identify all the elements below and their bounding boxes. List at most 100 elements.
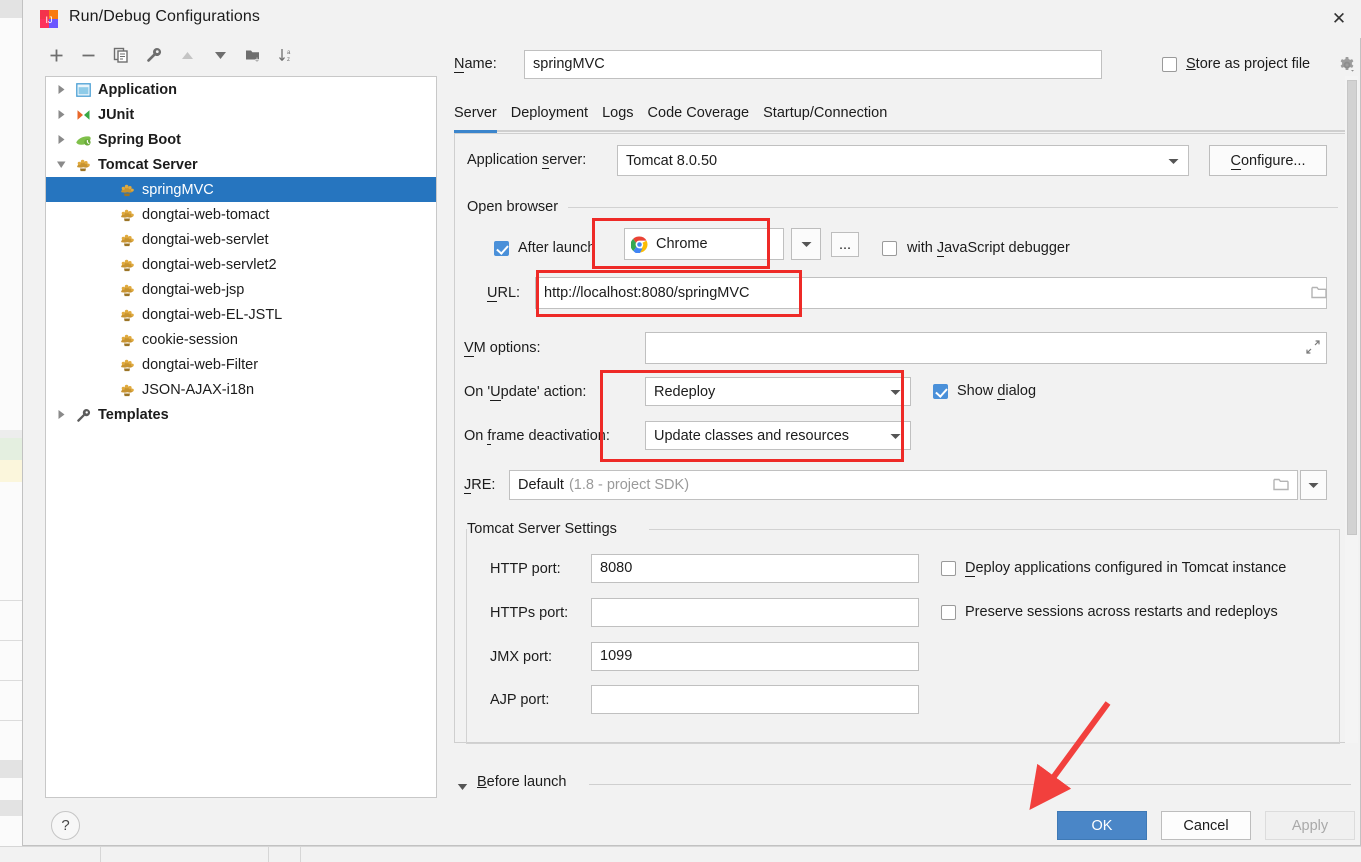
jre-dropdown-button[interactable] xyxy=(1300,470,1327,500)
after-launch-label: After launch xyxy=(518,240,596,256)
tree-node-label: Spring Boot xyxy=(98,131,181,148)
tomcat-icon xyxy=(116,183,138,197)
tree-node-label: JUnit xyxy=(98,106,135,123)
copy-button[interactable] xyxy=(108,42,134,68)
tree-node-dongtai-web-el-jstl[interactable]: dongtai-web-EL-JSTL xyxy=(46,302,436,327)
tree-expander-expanded-icon[interactable] xyxy=(50,160,72,169)
js-debugger-checkbox[interactable] xyxy=(882,241,897,256)
tomcat-icon xyxy=(116,308,138,322)
sort-az-icon[interactable]: a z xyxy=(273,42,299,68)
triangle-down-icon[interactable] xyxy=(457,778,468,796)
tomcat-icon xyxy=(116,333,138,347)
configurations-toolbar: a z xyxy=(43,42,443,72)
on-frame-deactivation-label: On frame deactivation: xyxy=(464,428,610,445)
jre-browse-folder-icon[interactable] xyxy=(1273,477,1290,497)
close-icon[interactable]: ✕ xyxy=(1316,0,1361,38)
browser-combo-dropdown-button[interactable] xyxy=(791,228,821,260)
show-dialog-checkbox[interactable] xyxy=(933,384,948,399)
tree-node-label: dongtai-web-jsp xyxy=(142,281,245,298)
preserve-sessions-label: Preserve sessions across restarts and re… xyxy=(965,604,1278,620)
jre-input[interactable]: Default (1.8 - project SDK) xyxy=(509,470,1298,500)
tree-node-junit[interactable]: JUnit xyxy=(46,102,436,127)
remove-button[interactable] xyxy=(75,42,101,68)
tab-underline-track xyxy=(454,130,1351,132)
tree-node-application[interactable]: Application xyxy=(46,77,436,102)
tab-code-coverage[interactable]: Code Coverage xyxy=(648,105,750,123)
tree-node-json-ajax-i18n[interactable]: JSON-AJAX-i18n xyxy=(46,377,436,402)
tree-node-dongtai-web-tomact[interactable]: dongtai-web-tomact xyxy=(46,202,436,227)
browser-combo-highlight xyxy=(592,218,770,269)
application-server-value: Tomcat 8.0.50 xyxy=(626,152,718,169)
tree-node-dongtai-web-servlet[interactable]: dongtai-web-servlet xyxy=(46,227,436,252)
templates-icon xyxy=(72,408,94,422)
svg-text:IJ: IJ xyxy=(45,15,52,25)
tree-expander-collapsed-icon[interactable] xyxy=(50,84,72,95)
status-bar-divider xyxy=(268,846,269,862)
tomcat-icon xyxy=(116,208,138,222)
http-port-input[interactable]: 8080 xyxy=(591,554,919,583)
js-debugger-mnemonic: J xyxy=(936,240,945,257)
tomcat-settings-group-label: Tomcat Server Settings xyxy=(467,521,625,537)
tab-logs[interactable]: Logs xyxy=(602,105,633,123)
tab-startup-connection[interactable]: Startup/Connection xyxy=(763,105,887,123)
after-launch-checkbox[interactable] xyxy=(494,241,509,256)
url-browse-folder-icon[interactable] xyxy=(1311,285,1328,305)
junit-icon xyxy=(72,108,94,122)
before-launch-mnemonic: B xyxy=(477,774,487,790)
name-label: Name: xyxy=(454,56,497,73)
preserve-sessions-checkbox[interactable] xyxy=(941,605,956,620)
ajp-port-label: AJP port: xyxy=(490,692,550,708)
deploy-apps-label: Deploy applications configured in Tomcat… xyxy=(965,560,1287,577)
tree-node-dongtai-web-jsp[interactable]: dongtai-web-jsp xyxy=(46,277,436,302)
expand-diagonal-icon[interactable] xyxy=(1306,340,1320,359)
folder-add-icon[interactable] xyxy=(240,42,266,68)
tomcat-icon xyxy=(116,233,138,247)
deploy-apps-checkbox[interactable] xyxy=(941,561,956,576)
tree-node-tomcat-server[interactable]: Tomcat Server xyxy=(46,152,436,177)
tab-deployment[interactable]: Deployment xyxy=(511,105,588,123)
on-update-mnemonic: U xyxy=(490,384,501,401)
tomcat-icon xyxy=(116,283,138,297)
triangle-down-icon[interactable] xyxy=(207,42,233,68)
tree-node-cookie-session[interactable]: cookie-session xyxy=(46,327,436,352)
before-launch-label[interactable]: Before launch xyxy=(477,774,566,790)
configure-button-label: Configure... xyxy=(1230,152,1306,170)
ajp-port-input[interactable] xyxy=(591,685,919,714)
store-as-project-file-checkbox[interactable] xyxy=(1162,57,1177,72)
apply-button: Apply xyxy=(1265,811,1355,840)
tree-expander-collapsed-icon[interactable] xyxy=(50,109,72,120)
browser-browse-button[interactable]: ... xyxy=(831,232,859,257)
https-port-label: HTTPs port: xyxy=(490,605,569,621)
tab-bar[interactable]: Server Deployment Logs Code Coverage Startup… xyxy=(454,100,887,127)
jre-value-hint: (1.8 - project SDK) xyxy=(568,476,690,493)
tree-expander-collapsed-icon[interactable] xyxy=(50,409,72,420)
jmx-port-input[interactable]: 1099 xyxy=(591,642,919,671)
name-input[interactable]: springMVC xyxy=(524,50,1102,79)
jmx-port-label: JMX port: xyxy=(490,649,553,665)
tree-node-springmvc[interactable]: springMVC xyxy=(46,177,436,202)
svg-text:z: z xyxy=(287,57,290,63)
configurations-tree[interactable]: Application JUnit Spring Boot Tomcat Server… xyxy=(45,76,437,798)
tree-node-spring-boot[interactable]: Spring Boot xyxy=(46,127,436,152)
tab-server[interactable]: Server xyxy=(454,105,497,123)
https-port-input[interactable] xyxy=(591,598,919,627)
content-scrollbar-thumb[interactable] xyxy=(1347,80,1357,535)
tree-node-dongtai-web-filter[interactable]: dongtai-web-Filter xyxy=(46,352,436,377)
vm-options-input[interactable] xyxy=(645,332,1327,364)
wrench-icon[interactable] xyxy=(141,42,167,68)
tree-node-templates[interactable]: Templates xyxy=(46,402,436,427)
on-frame-mnemonic: f xyxy=(487,428,492,445)
jre-label: JRE: xyxy=(464,477,496,494)
svg-text:a: a xyxy=(287,50,291,56)
cancel-button[interactable]: Cancel xyxy=(1161,811,1251,840)
tree-node-dongtai-web-servlet2[interactable]: dongtai-web-servlet2 xyxy=(46,252,436,277)
tomcat-icon xyxy=(116,358,138,372)
configure-button[interactable]: Configure... xyxy=(1209,145,1327,176)
store-label-mnemonic: S xyxy=(1186,56,1196,72)
add-button[interactable] xyxy=(43,42,69,68)
jre-value-main: Default xyxy=(518,476,564,493)
gear-icon[interactable] xyxy=(1338,56,1356,74)
application-server-combo[interactable]: Tomcat 8.0.50 xyxy=(617,145,1189,176)
tree-expander-collapsed-icon[interactable] xyxy=(50,134,72,145)
help-button[interactable]: ? xyxy=(51,811,80,840)
